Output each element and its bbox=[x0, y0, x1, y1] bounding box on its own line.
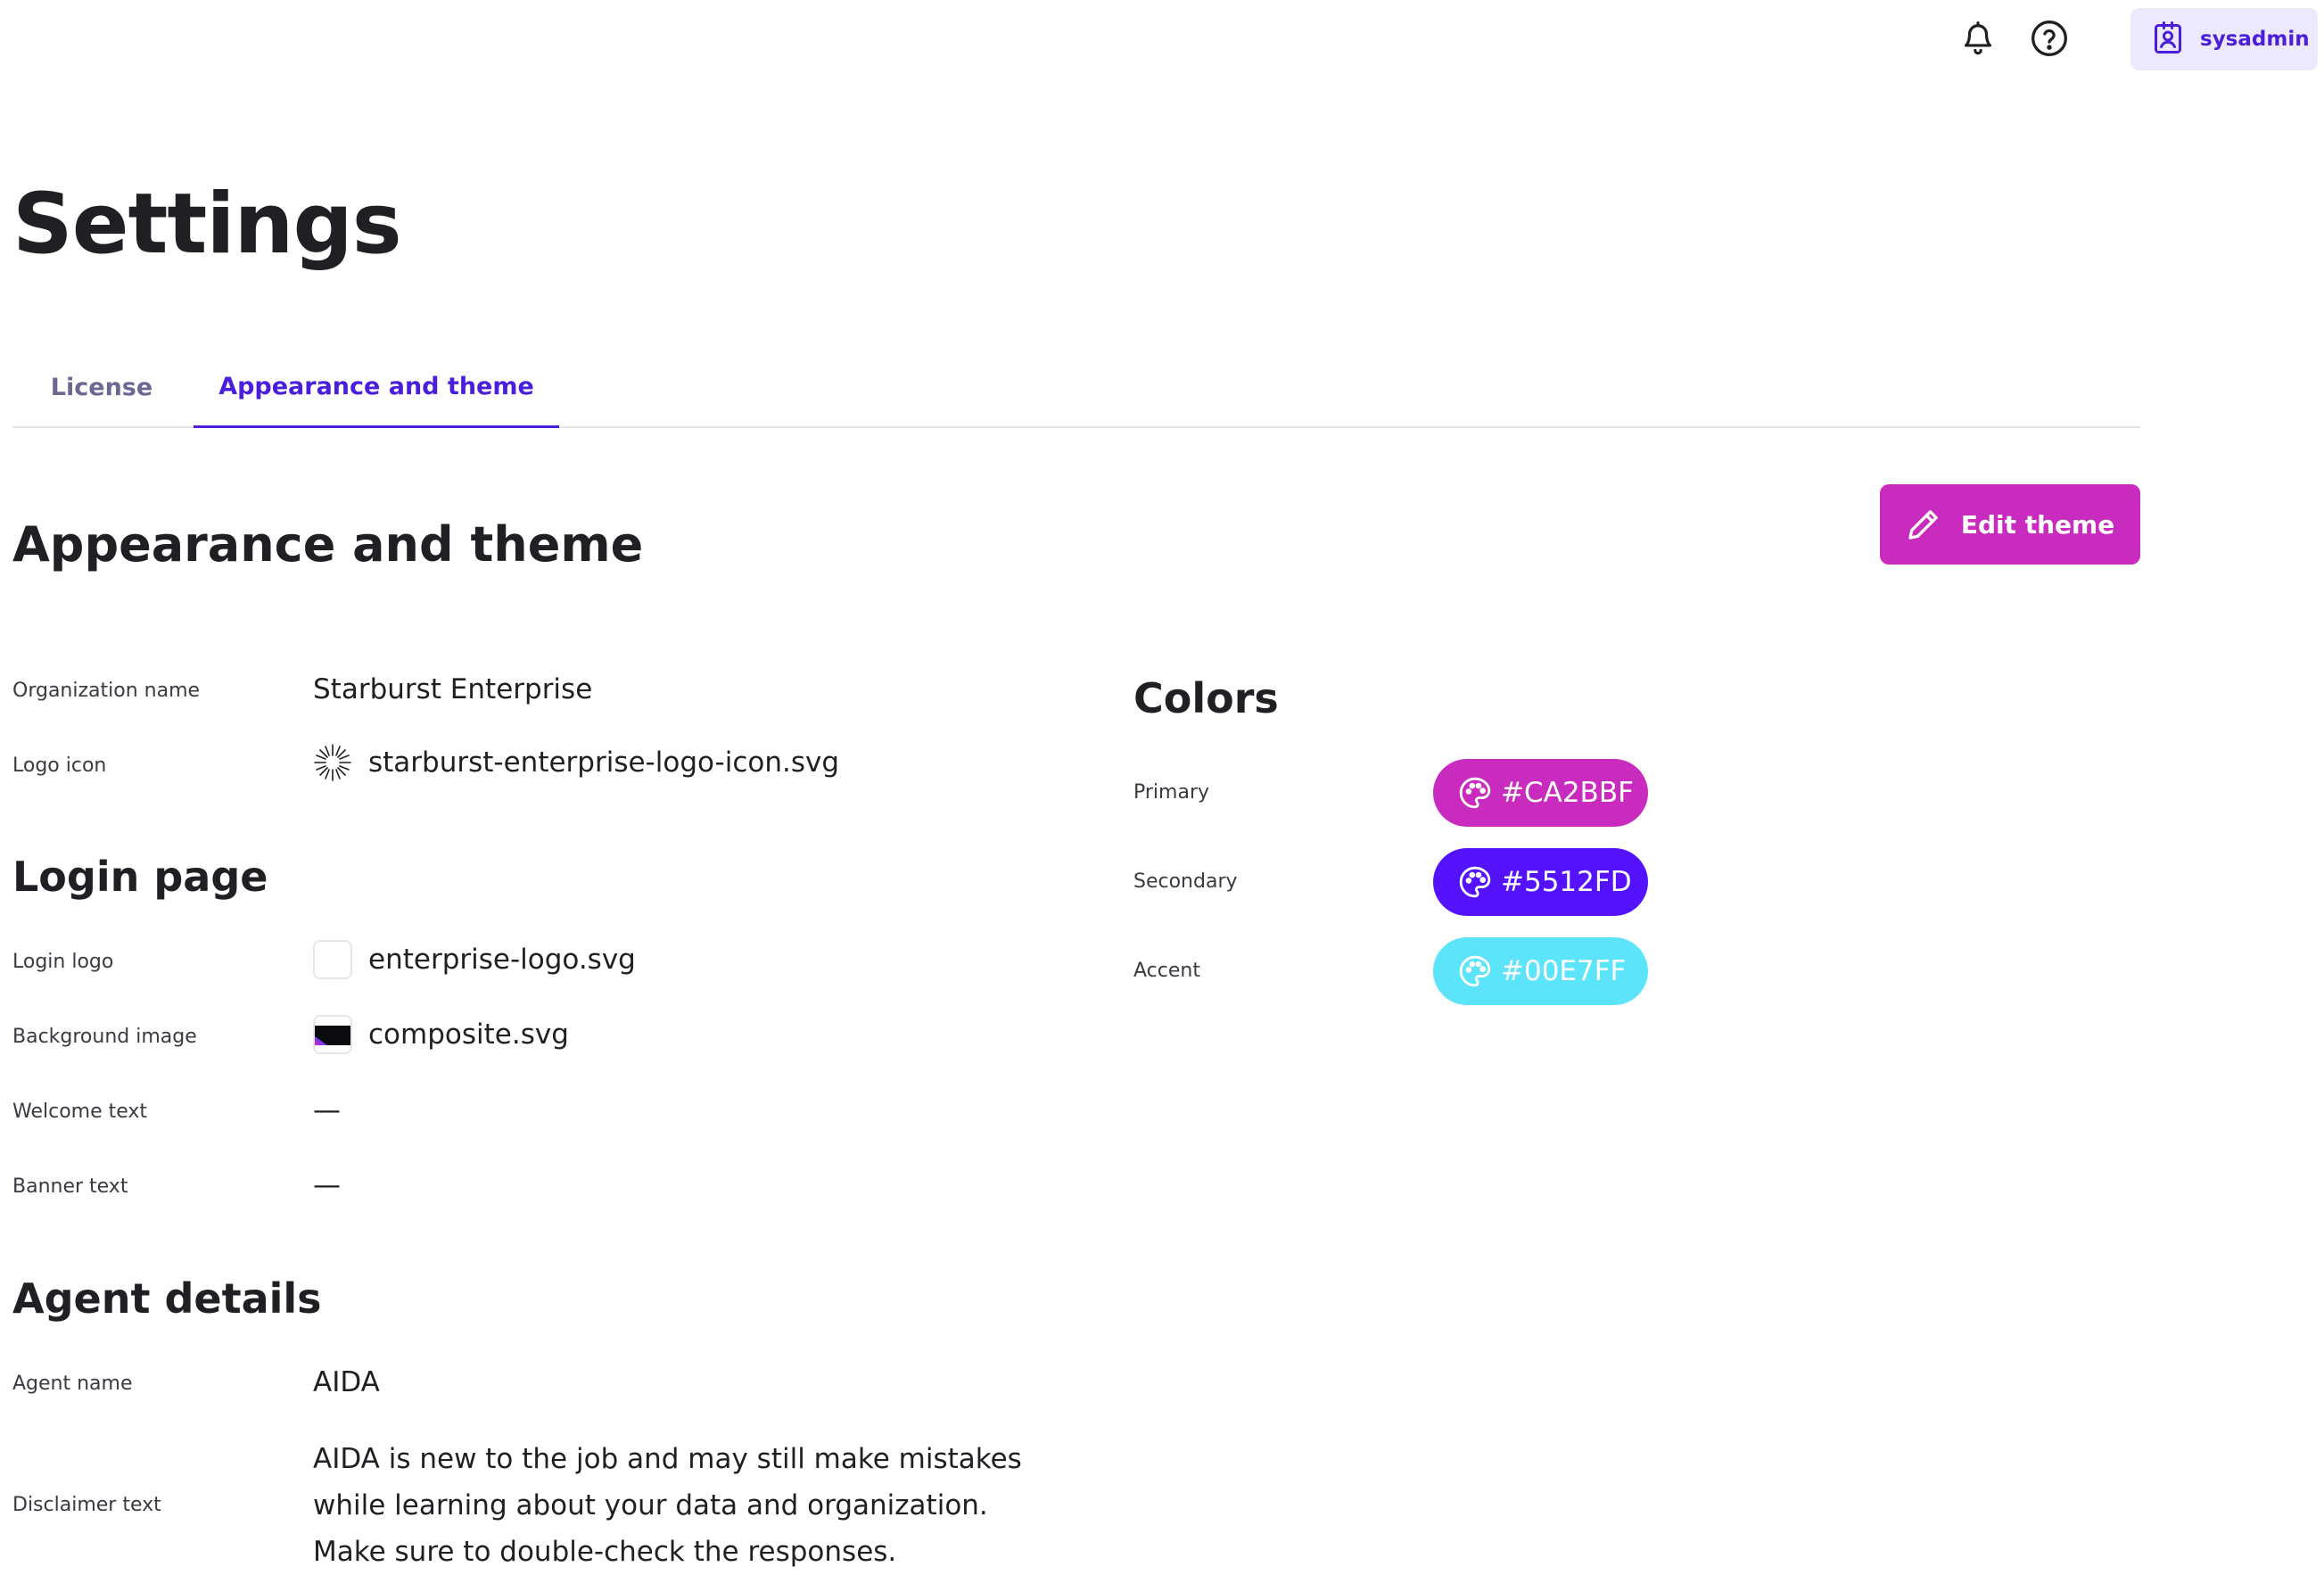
organization-name-label: Organization name bbox=[12, 680, 201, 702]
palette-icon bbox=[1458, 865, 1492, 899]
login-logo-label: Login logo bbox=[12, 951, 114, 973]
login-page-title: Login page bbox=[12, 853, 268, 901]
user-name: sysadmin bbox=[2200, 28, 2310, 51]
user-menu-button[interactable]: sysadmin bbox=[2130, 8, 2318, 70]
help-button[interactable] bbox=[2027, 18, 2072, 62]
banner-text-value: — bbox=[313, 1169, 341, 1201]
agent-name-label: Agent name bbox=[12, 1373, 133, 1395]
tab-appearance-and-theme[interactable]: Appearance and theme bbox=[194, 348, 559, 428]
user-badge-icon bbox=[2152, 20, 2184, 59]
secondary-color-label: Secondary bbox=[1133, 870, 1238, 893]
palette-icon bbox=[1458, 776, 1492, 810]
background-image-value: composite.svg bbox=[313, 1015, 569, 1054]
background-image-thumbnail bbox=[313, 1015, 352, 1054]
tab-license[interactable]: License bbox=[12, 348, 191, 426]
logo-icon-label: Logo icon bbox=[12, 755, 107, 777]
colors-title: Colors bbox=[1133, 674, 1279, 722]
welcome-text-label: Welcome text bbox=[12, 1101, 148, 1123]
section-title: Appearance and theme bbox=[12, 516, 644, 573]
accent-color-label: Accent bbox=[1133, 960, 1200, 982]
primary-color-value: #CA2BBF bbox=[1501, 777, 1634, 809]
agent-details-title: Agent details bbox=[12, 1274, 322, 1323]
banner-text-label: Banner text bbox=[12, 1175, 128, 1198]
primary-color-swatch[interactable]: #CA2BBF bbox=[1433, 759, 1648, 827]
background-image-label: Background image bbox=[12, 1026, 197, 1048]
organization-name-value: Starburst Enterprise bbox=[313, 673, 593, 705]
help-circle-icon bbox=[2030, 19, 2069, 62]
bell-icon bbox=[1961, 20, 1995, 61]
edit-theme-button[interactable]: Edit theme bbox=[1880, 484, 2140, 565]
secondary-color-value: #5512FD bbox=[1501, 866, 1632, 898]
login-logo-thumbnail bbox=[313, 940, 352, 979]
pencil-icon bbox=[1906, 507, 1941, 542]
primary-color-label: Primary bbox=[1133, 781, 1210, 804]
login-logo-filename: enterprise-logo.svg bbox=[368, 943, 636, 976]
settings-tabs: License Appearance and theme bbox=[12, 348, 2140, 428]
edit-theme-label: Edit theme bbox=[1960, 509, 2115, 540]
logo-icon-filename: starburst-enterprise-logo-icon.svg bbox=[368, 746, 840, 779]
starburst-logo-icon bbox=[313, 743, 352, 782]
agent-name-value: AIDA bbox=[313, 1366, 380, 1398]
secondary-color-swatch[interactable]: #5512FD bbox=[1433, 848, 1648, 916]
disclaimer-text-value: AIDA is new to the job and may still mak… bbox=[313, 1443, 1022, 1568]
accent-color-swatch[interactable]: #00E7FF bbox=[1433, 937, 1648, 1005]
page-title: Settings bbox=[12, 176, 402, 273]
top-bar: sysadmin bbox=[0, 0, 2324, 89]
login-logo-value: enterprise-logo.svg bbox=[313, 940, 636, 979]
notifications-button[interactable] bbox=[1956, 18, 2000, 62]
palette-icon bbox=[1458, 954, 1492, 988]
accent-color-value: #00E7FF bbox=[1501, 955, 1627, 987]
logo-icon-value: starburst-enterprise-logo-icon.svg bbox=[313, 743, 839, 782]
background-image-filename: composite.svg bbox=[368, 1018, 569, 1051]
disclaimer-text-label: Disclaimer text bbox=[12, 1494, 161, 1516]
welcome-text-value: — bbox=[313, 1094, 341, 1126]
